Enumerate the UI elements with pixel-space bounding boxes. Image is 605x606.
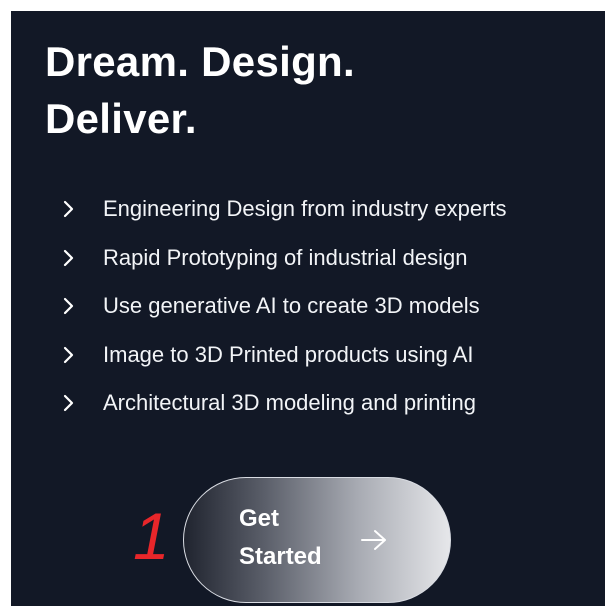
feature-item: Architectural 3D modeling and printing [63,379,507,428]
feature-label: Image to 3D Printed products using AI [103,341,474,367]
annotation-marker: 1 [133,501,170,567]
feature-list: Engineering Design from industry experts… [63,185,507,428]
feature-label: Engineering Design from industry experts [103,196,507,222]
feature-item: Engineering Design from industry experts [63,185,507,234]
hero-headline: Dream. Design. Deliver. [45,33,355,147]
headline-line-2: Deliver. [45,95,197,142]
feature-item: Image to 3D Printed products using AI [63,331,507,380]
chevron-right-icon [63,249,103,267]
chevron-right-icon [63,297,103,315]
chevron-right-icon [63,346,103,364]
feature-label: Rapid Prototyping of industrial design [103,244,468,270]
chevron-right-icon [63,394,103,412]
feature-label: Architectural 3D modeling and printing [103,390,476,416]
feature-label: Use generative AI to create 3D models [103,293,480,319]
arrow-right-icon [360,528,388,555]
feature-item: Rapid Prototyping of industrial design [63,234,507,283]
chevron-right-icon [63,200,103,218]
hero-panel: Dream. Design. Deliver. Engineering Desi… [11,11,605,606]
annotation-marker-text: 1 [133,501,170,567]
feature-item: Use generative AI to create 3D models [63,282,507,331]
get-started-button[interactable]: Get Started [183,477,451,603]
get-started-label: Get Started [239,505,322,570]
headline-line-1: Dream. Design. [45,38,355,85]
